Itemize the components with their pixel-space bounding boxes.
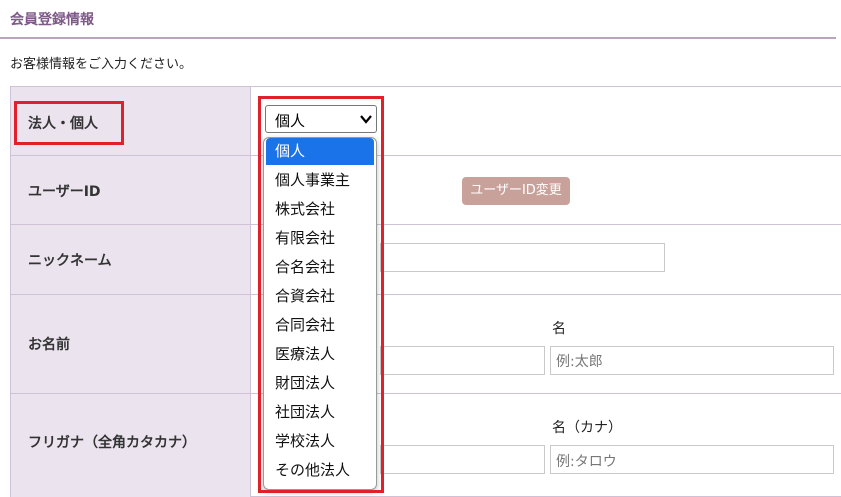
section-title: 会員登録情報 bbox=[10, 12, 94, 28]
given-name-placeholder: 例:太郎 bbox=[556, 354, 603, 370]
nickname-input[interactable] bbox=[380, 243, 665, 272]
corp-individual-label: 法人・個人 bbox=[28, 116, 98, 132]
section-divider bbox=[0, 37, 836, 39]
furigana-label: フリガナ（全角カタカナ） bbox=[28, 435, 196, 451]
given-name-label: 名 bbox=[552, 321, 566, 337]
given-kana-label: 名（カナ） bbox=[552, 420, 622, 436]
userid-label: ユーザーID bbox=[28, 184, 101, 200]
row-divider bbox=[11, 224, 841, 225]
row-divider bbox=[11, 294, 841, 295]
name-label: お名前 bbox=[28, 337, 70, 353]
nickname-label: ニックネーム bbox=[28, 253, 112, 269]
column-divider bbox=[250, 87, 251, 497]
dropdown-highlight bbox=[258, 96, 384, 493]
family-name-input[interactable] bbox=[380, 346, 545, 375]
row-divider bbox=[11, 393, 841, 394]
intro-text: お客様情報をご入力ください。 bbox=[10, 57, 193, 72]
given-kana-placeholder: 例:タロウ bbox=[556, 454, 617, 470]
row-divider bbox=[11, 155, 841, 156]
userid-change-button[interactable]: ユーザーID変更 bbox=[462, 177, 570, 205]
family-kana-input[interactable] bbox=[380, 445, 545, 474]
